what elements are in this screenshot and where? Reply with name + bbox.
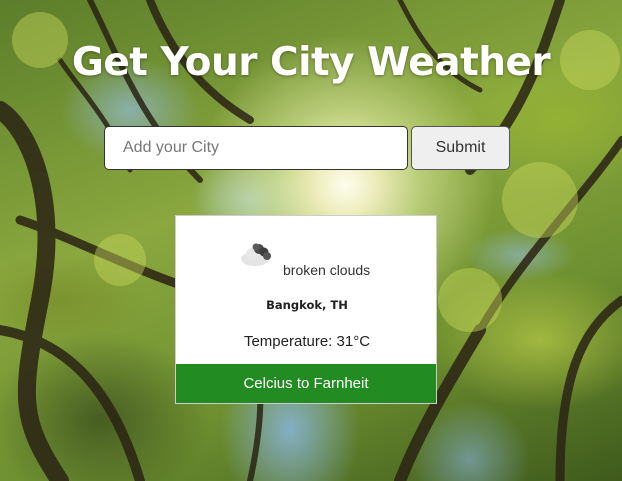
- search-form: Submit: [104, 126, 510, 170]
- weather-condition: broken clouds: [176, 236, 438, 280]
- weather-card: broken clouds Bangkok, TH Temperature: 3…: [175, 215, 437, 404]
- broken-clouds-icon: [239, 239, 279, 269]
- temperature-value: 31°C: [336, 333, 371, 350]
- city-input[interactable]: [104, 126, 408, 170]
- page-title: Get Your City Weather: [71, 40, 551, 85]
- temperature-label: Temperature:: [243, 333, 333, 350]
- temperature-display: Temperature: 31°C: [176, 333, 438, 350]
- city-name: Bangkok, TH: [266, 298, 348, 312]
- condition-text: broken clouds: [283, 262, 371, 278]
- convert-unit-button[interactable]: Celcius to Farnheit: [176, 364, 436, 403]
- submit-button[interactable]: Submit: [411, 126, 510, 170]
